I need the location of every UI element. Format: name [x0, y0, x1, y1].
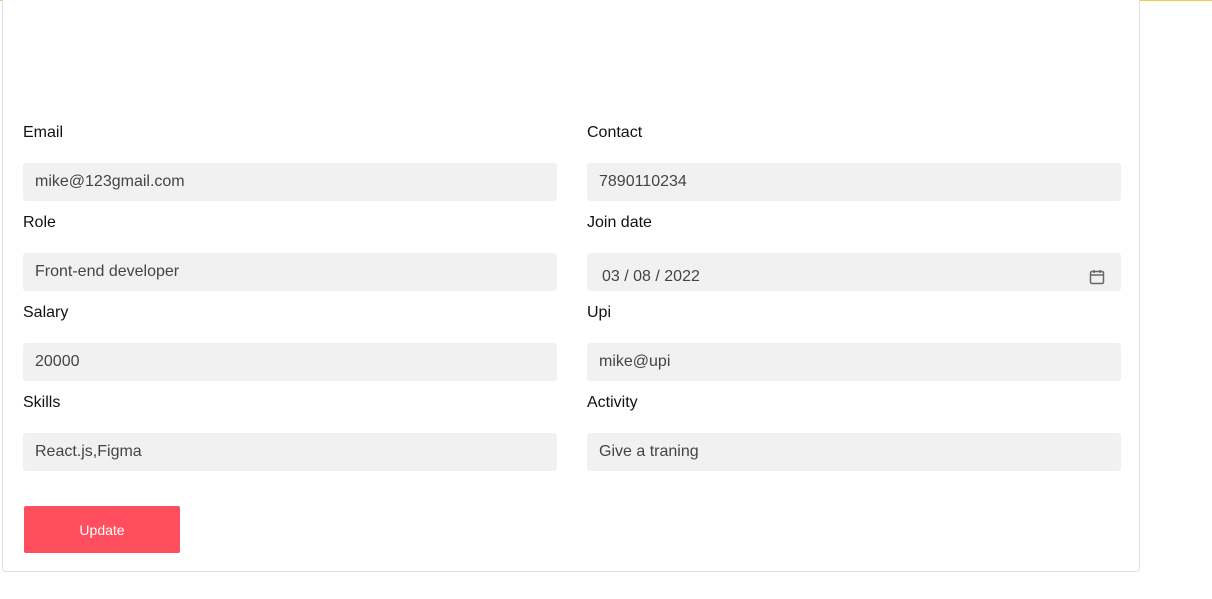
email-label: Email [23, 124, 64, 141]
join-date-value: 03 / 08 / 2022 [602, 268, 700, 285]
contact-label: Contact [587, 124, 643, 141]
skills-label: Skills [23, 394, 61, 411]
activity-input[interactable] [587, 433, 1121, 471]
role-label: Role [23, 214, 56, 231]
employee-edit-card: Email Contact Role Join date 03 / 08 / 2… [2, 0, 1140, 572]
join-date-input[interactable]: 03 / 08 / 2022 [587, 253, 1121, 291]
salary-label: Salary [23, 304, 69, 321]
join-date-label: Join date [587, 214, 652, 231]
skills-input[interactable] [23, 433, 557, 471]
activity-label: Activity [587, 394, 638, 411]
contact-input[interactable] [587, 163, 1121, 201]
salary-input[interactable] [23, 343, 557, 381]
update-button[interactable]: Update [24, 506, 180, 553]
upi-input[interactable] [587, 343, 1121, 381]
calendar-icon[interactable] [1089, 269, 1105, 285]
role-input[interactable] [23, 253, 557, 291]
upi-label: Upi [587, 304, 612, 321]
email-input[interactable] [23, 163, 557, 201]
